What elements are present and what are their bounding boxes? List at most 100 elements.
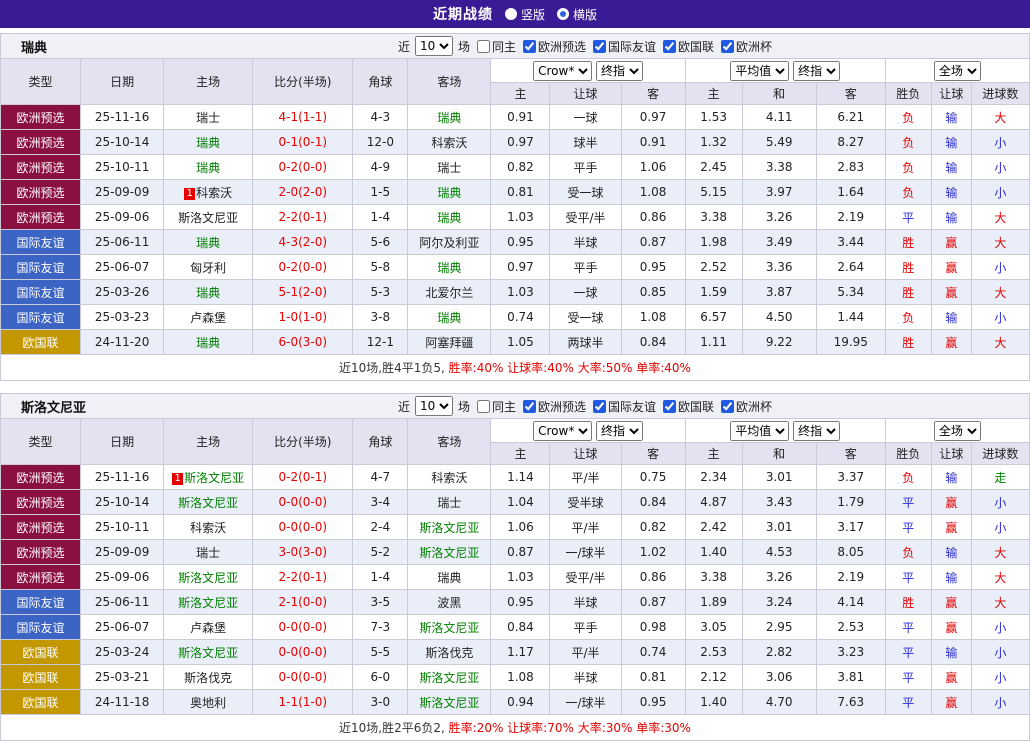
odds-cell: 0.98 (621, 615, 685, 640)
away-team-cell: 斯洛文尼亚 (408, 540, 491, 565)
comp-checkbox[interactable] (523, 400, 536, 413)
corner-cell: 5-5 (353, 640, 408, 665)
comp-checkbox[interactable] (593, 400, 606, 413)
bookmaker-stage-select[interactable]: 终指 (596, 421, 643, 441)
home-team-cell: 瑞典 (164, 155, 253, 180)
comp-label: 欧洲杯 (736, 38, 772, 55)
odds-cell: 1.04 (491, 490, 550, 515)
team-label: 斯洛伐克 (425, 646, 473, 660)
team-section: 斯洛文尼亚 近 10 场 同主 欧洲预选 国际友谊 (0, 393, 1030, 741)
away-team-cell: 斯洛伐克 (408, 640, 491, 665)
comp-filter-euro[interactable]: 欧洲杯 (721, 398, 772, 415)
odds-cell: 球半 (550, 130, 621, 155)
comp-filter-friendly[interactable]: 国际友谊 (593, 38, 656, 55)
odds-cell: 平/半 (550, 515, 621, 540)
odds-cell: 0.95 (491, 230, 550, 255)
bookmaker-select[interactable]: Crow* (533, 61, 592, 81)
odds-cell: 2.95 (742, 615, 816, 640)
type-cell: 国际友谊 (1, 230, 81, 255)
same-home-checkbox[interactable] (477, 40, 490, 53)
comp-filter-euro[interactable]: 欧洲杯 (721, 38, 772, 55)
average-stage-select[interactable]: 终指 (793, 421, 840, 441)
scope-select[interactable]: 全场 (934, 61, 981, 81)
col-goals-result: 进球数 (971, 83, 1029, 105)
goals-result-cell: 大 (971, 105, 1029, 130)
comp-filter-euro-qualifiers[interactable]: 欧洲预选 (523, 38, 586, 55)
date-cell: 25-11-16 (81, 105, 164, 130)
goals-result-cell: 小 (971, 690, 1029, 715)
average-stage-select[interactable]: 终指 (793, 61, 840, 81)
filter-bar: 近 10 场 同主 欧洲预选 国际友谊 (398, 396, 772, 416)
scope-select[interactable]: 全场 (934, 421, 981, 441)
date-cell: 24-11-20 (81, 330, 164, 355)
goals-result-cell: 大 (971, 205, 1029, 230)
odds-cell: 1.03 (491, 280, 550, 305)
corner-cell: 12-1 (353, 330, 408, 355)
comp-filter-euro-qualifiers[interactable]: 欧洲预选 (523, 398, 586, 415)
odds-cell: 1.59 (685, 280, 742, 305)
home-team-cell: 斯洛文尼亚 (164, 640, 253, 665)
team-label: 科索沃 (196, 186, 232, 200)
date-cell: 25-09-09 (81, 180, 164, 205)
team-name: 斯洛文尼亚 (21, 397, 86, 416)
col-outcome: 胜负 (885, 83, 931, 105)
comp-filter-nations-league[interactable]: 欧国联 (663, 398, 714, 415)
recent-count-select[interactable]: 10 (415, 36, 453, 56)
odds-cell: 1.98 (685, 230, 742, 255)
layout-option-vertical[interactable]: 竖版 (505, 6, 545, 23)
selects-header-row: 类型 日期 主场 比分(半场) 角球 客场 Crow* 终指 (1, 59, 1030, 83)
odds-cell: 2.45 (685, 155, 742, 180)
date-cell: 25-10-11 (81, 515, 164, 540)
outcome-cell: 负 (885, 540, 931, 565)
team-label: 瑞士 (196, 111, 220, 125)
average-select[interactable]: 平均值 (730, 61, 789, 81)
goals-result-cell: 大 (971, 230, 1029, 255)
matches-table: 类型 日期 主场 比分(半场) 角球 客场 Crow* 终指 (0, 418, 1030, 741)
type-cell: 欧洲预选 (1, 515, 81, 540)
type-cell: 国际友谊 (1, 305, 81, 330)
comp-filter-friendly[interactable]: 国际友谊 (593, 398, 656, 415)
odds-cell: 4.50 (742, 305, 816, 330)
comp-label: 欧洲预选 (538, 38, 586, 55)
col-corner: 角球 (353, 419, 408, 465)
recent-count-select[interactable]: 10 (415, 396, 453, 416)
layout-radio-icon[interactable] (505, 8, 517, 20)
comp-checkbox[interactable] (663, 400, 676, 413)
rank-badge: 1 (172, 473, 183, 485)
odds-cell: 1.89 (685, 590, 742, 615)
summary-cell: 近10场,胜2平6负2, 胜率:20% 让球率:70% 大率:30% 单率:30… (1, 715, 1030, 741)
date-cell: 25-03-24 (81, 640, 164, 665)
team-label: 斯洛文尼亚 (419, 671, 479, 685)
handicap-result-cell: 赢 (931, 330, 971, 355)
odds-cell: 1.08 (621, 305, 685, 330)
comp-checkbox[interactable] (663, 40, 676, 53)
bookmaker-select[interactable]: Crow* (533, 421, 592, 441)
same-home-checkbox[interactable] (477, 400, 490, 413)
corner-cell: 3-8 (353, 305, 408, 330)
odds-cell: 19.95 (816, 330, 885, 355)
odds-cell: 4.11 (742, 105, 816, 130)
same-home-filter[interactable]: 同主 (477, 38, 516, 55)
bookmaker-stage-select[interactable]: 终指 (596, 61, 643, 81)
average-select[interactable]: 平均值 (730, 421, 789, 441)
date-cell: 25-10-14 (81, 490, 164, 515)
same-home-filter[interactable]: 同主 (477, 398, 516, 415)
comp-checkbox[interactable] (593, 40, 606, 53)
corner-cell: 5-6 (353, 230, 408, 255)
comp-filter-nations-league[interactable]: 欧国联 (663, 38, 714, 55)
comp-checkbox[interactable] (523, 40, 536, 53)
score-cell: 1-0(1-0) (253, 305, 353, 330)
odds-cell: 3.44 (816, 230, 885, 255)
odds-cell: 3.26 (742, 565, 816, 590)
odds-cell: 3.38 (742, 155, 816, 180)
goals-result-cell: 小 (971, 305, 1029, 330)
odds-cell: 半球 (550, 590, 621, 615)
comp-checkbox[interactable] (721, 40, 734, 53)
layout-radio-icon[interactable] (557, 8, 569, 20)
home-team-cell: 瑞士 (164, 105, 253, 130)
layout-option-horizontal[interactable]: 横版 (557, 6, 597, 23)
comp-checkbox[interactable] (721, 400, 734, 413)
odds-cell: 2.83 (816, 155, 885, 180)
home-team-cell: 斯洛文尼亚 (164, 205, 253, 230)
col-odds-away: 客 (621, 83, 685, 105)
